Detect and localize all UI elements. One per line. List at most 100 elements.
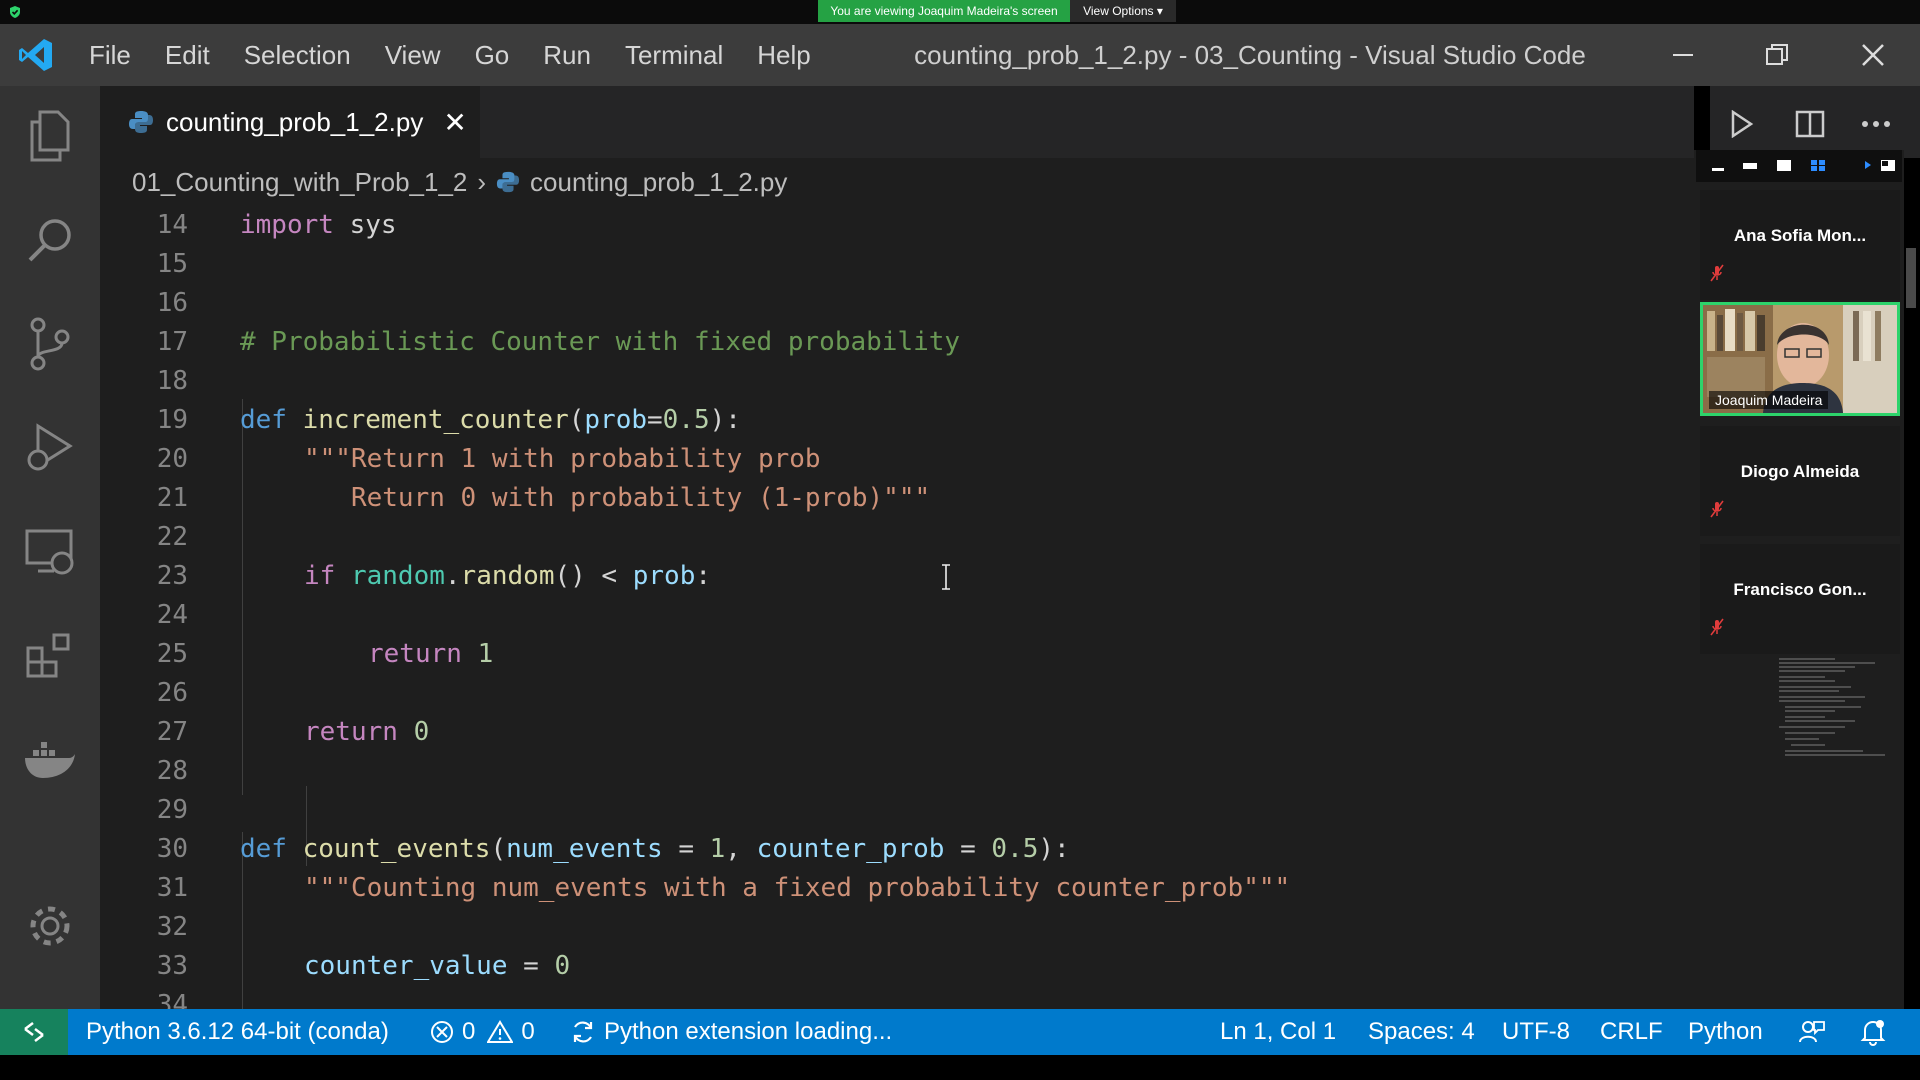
punctuation: ):: [709, 405, 741, 435]
warning-icon: [487, 1020, 514, 1043]
split-editor-icon: [1795, 110, 1825, 138]
notifications-button[interactable]: [1860, 1009, 1886, 1055]
keyword: return: [368, 639, 462, 669]
breadcrumb-folder[interactable]: 01_Counting_with_Prob_1_2: [132, 167, 467, 198]
close-tab-icon[interactable]: ✕: [443, 106, 466, 139]
docker-icon: [25, 742, 75, 778]
run-debug-button[interactable]: [20, 418, 80, 478]
keyword: return: [304, 717, 398, 747]
more-actions-button[interactable]: [1856, 104, 1896, 144]
keyword: def: [240, 405, 287, 435]
close-window-button[interactable]: [1828, 24, 1918, 86]
participant-tile[interactable]: Ana Sofia Mon...: [1700, 190, 1900, 300]
files-icon: [30, 110, 70, 162]
line-number: 28: [156, 756, 188, 786]
line-number: 22: [156, 522, 188, 552]
cursor-position[interactable]: Ln 1, Col 1: [1220, 1009, 1336, 1055]
search-button[interactable]: [20, 210, 80, 270]
code-line: 29: [100, 791, 1694, 830]
menu-go[interactable]: Go: [458, 40, 527, 71]
feedback-button[interactable]: [1798, 1009, 1826, 1055]
editor-tabs: counting_prob_1_2.py ✕: [100, 86, 1694, 158]
explorer-button[interactable]: [20, 106, 80, 166]
line-number: 34: [156, 990, 188, 1009]
menu-run[interactable]: Run: [526, 40, 608, 71]
code-comment: # Probabilistic Counter with fixed proba…: [240, 327, 961, 357]
editor-scrollbar[interactable]: [1906, 248, 1916, 308]
close-icon: [1862, 44, 1884, 66]
menu-help[interactable]: Help: [740, 40, 827, 71]
tab-counting-prob[interactable]: counting_prob_1_2.py ✕: [100, 86, 480, 158]
participant-tile[interactable]: Francisco Gon...: [1700, 544, 1900, 654]
source-control-button[interactable]: [20, 314, 80, 374]
run-file-button[interactable]: [1722, 104, 1762, 144]
extensions-icon: [26, 633, 70, 678]
active-speaker-video[interactable]: Joaquim Madeira: [1700, 302, 1900, 416]
error-count: 0: [462, 1018, 476, 1045]
python-interpreter[interactable]: Python 3.6.12 64-bit (conda): [86, 1009, 389, 1055]
line-number: 15: [156, 249, 188, 279]
gallery-view-icon[interactable]: [1810, 158, 1826, 172]
sharing-status-message: You are viewing Joaquim Madeira's screen: [818, 0, 1070, 22]
participant-tile[interactable]: Diogo Almeida: [1700, 426, 1900, 536]
number: 0: [554, 951, 571, 981]
exit-fullscreen-icon[interactable]: [1880, 158, 1896, 172]
vscode-logo-icon: [19, 39, 52, 71]
language-mode[interactable]: Python: [1688, 1009, 1763, 1055]
breadcrumb-file[interactable]: counting_prob_1_2.py: [530, 167, 787, 198]
remote-explorer-icon: [25, 529, 74, 575]
remote-indicator[interactable]: [0, 1009, 68, 1055]
tab-label: counting_prob_1_2.py: [166, 106, 424, 137]
chevron-right-icon: ›: [477, 166, 487, 197]
gallery-toolbar: [1696, 150, 1902, 182]
indentation-setting[interactable]: Spaces: 4: [1368, 1009, 1475, 1055]
punctuation: :: [695, 561, 712, 591]
next-page-icon[interactable]: [1860, 158, 1876, 172]
operator: =: [944, 834, 992, 864]
punctuation: (: [490, 834, 507, 864]
number: 0.5: [991, 834, 1039, 864]
hide-video-icon[interactable]: [1742, 158, 1758, 172]
menu-file[interactable]: File: [72, 40, 148, 71]
remote-explorer-button[interactable]: [20, 522, 80, 582]
function-call: random: [460, 561, 555, 591]
speaker-view-icon[interactable]: [1776, 158, 1792, 172]
muted-mic-icon: [1710, 264, 1724, 282]
problems-indicator[interactable]: 0 0: [430, 1009, 535, 1055]
parameter: counter_prob: [756, 834, 945, 864]
menu-edit[interactable]: Edit: [148, 40, 227, 71]
encoding-setting[interactable]: UTF-8: [1502, 1009, 1570, 1055]
code-line: 21 Return 0 with probability (1-prob)""": [100, 479, 1694, 518]
menu-view[interactable]: View: [368, 40, 458, 71]
more-icon: [1862, 121, 1890, 127]
extensions-button[interactable]: [20, 626, 80, 686]
sync-icon: [573, 1021, 593, 1043]
minimize-button[interactable]: [1638, 24, 1728, 86]
docker-button[interactable]: [20, 730, 80, 790]
eol-setting[interactable]: CRLF: [1600, 1009, 1663, 1055]
code-editor[interactable]: 14 import sys 15 16 17 # Probabilistic Cou…: [100, 206, 1694, 1009]
menu-terminal[interactable]: Terminal: [608, 40, 740, 71]
operator: =: [647, 405, 663, 435]
code-line: 26: [100, 674, 1694, 713]
line-number: 30: [156, 834, 188, 864]
split-editor-button[interactable]: [1790, 104, 1830, 144]
code-line: 18: [100, 362, 1694, 401]
line-number: 29: [156, 795, 188, 825]
chevron-down-icon: ▾: [1156, 4, 1163, 18]
restore-button[interactable]: [1732, 24, 1822, 86]
line-number: 19: [156, 405, 188, 435]
parameter: prob: [584, 405, 648, 435]
view-options-button[interactable]: View Options ▾: [1070, 0, 1176, 22]
variable: prob: [632, 561, 696, 591]
settings-button[interactable]: [20, 896, 80, 956]
source-control-icon: [30, 317, 70, 371]
menu-selection[interactable]: Selection: [227, 40, 368, 71]
code-line: 23 if random.random() < prob:: [100, 557, 1694, 596]
gear-icon: [30, 906, 70, 946]
keyword: def: [240, 834, 287, 864]
minimize-gallery-icon[interactable]: [1710, 158, 1726, 172]
code-minimap[interactable]: [1775, 655, 1895, 775]
remote-icon: [24, 1022, 44, 1042]
extension-loading-text: Python extension loading...: [604, 1018, 893, 1045]
